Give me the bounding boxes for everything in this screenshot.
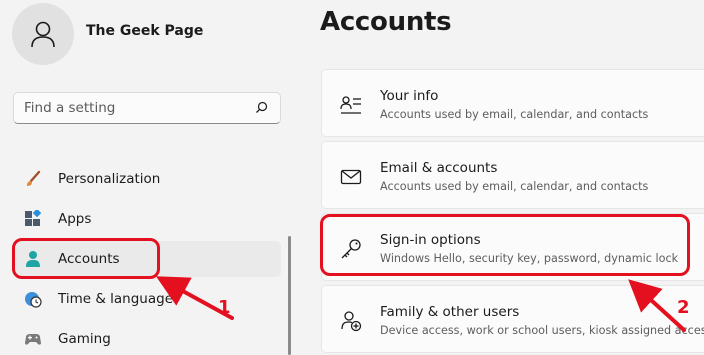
annotation-arrows (155, 276, 686, 332)
step-number-1: 1 (218, 297, 231, 318)
step-number-2: 2 (677, 297, 690, 318)
